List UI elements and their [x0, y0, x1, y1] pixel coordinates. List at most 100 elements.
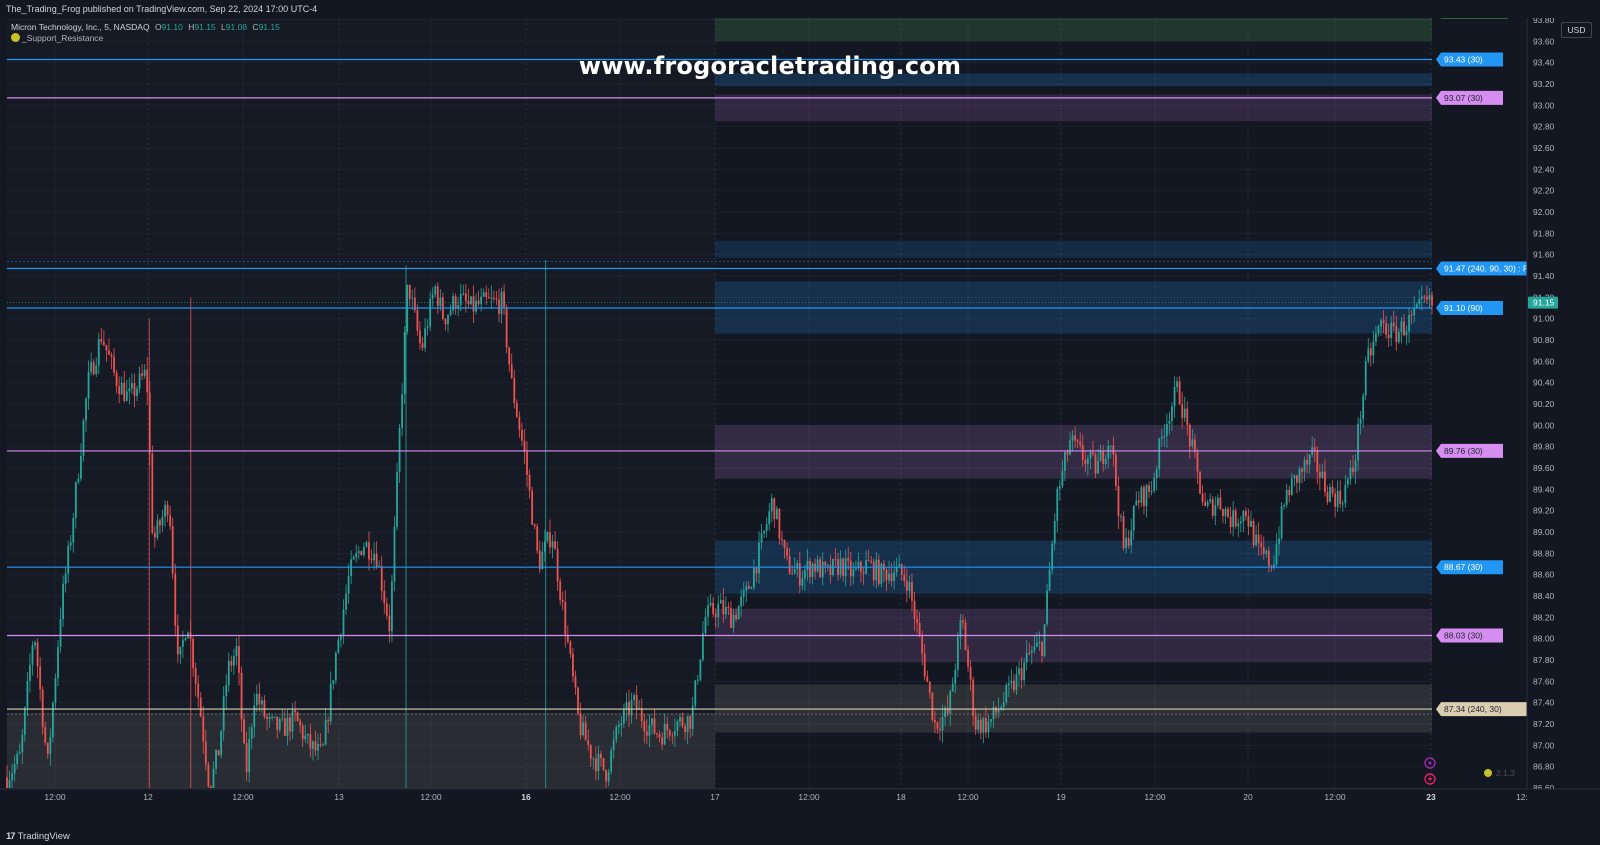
candle-body	[1331, 486, 1334, 494]
time-tick-label: 12	[143, 792, 153, 802]
candle-body	[1313, 447, 1316, 451]
sr-level-label: 91.10 (90)	[1444, 303, 1483, 313]
currency-button[interactable]: USD	[1561, 22, 1592, 38]
candle-body	[1010, 680, 1013, 684]
candle-body	[312, 741, 314, 749]
candle-body	[1265, 550, 1268, 554]
candle-body	[702, 633, 704, 660]
candle-body	[559, 581, 562, 601]
candle-body	[273, 716, 276, 718]
price-tick-label: 88.80	[1533, 548, 1555, 558]
candle-body	[987, 721, 990, 733]
candle-body	[916, 618, 918, 623]
candle-body	[426, 326, 429, 329]
indicator-legend[interactable]: _Support_Resistance	[11, 33, 103, 43]
sr-level-label: 87.34 (240, 30)	[1444, 704, 1502, 714]
candle-body	[931, 692, 934, 720]
candle-body	[1038, 642, 1041, 644]
candle-body	[826, 564, 829, 566]
price-tick-label: 88.00	[1533, 634, 1555, 644]
time-tick-label: 12:00	[420, 792, 442, 802]
chart-area[interactable]: 93.88 (240)93.43 (30)93.07 (30)91.47 (24…	[0, 18, 1600, 828]
candle-body	[171, 526, 174, 574]
candle-body	[518, 416, 521, 430]
candle-body	[505, 307, 508, 348]
candle-body	[753, 567, 755, 588]
candle-body	[169, 515, 172, 527]
candle-body	[977, 719, 980, 730]
candle-body	[276, 716, 279, 730]
candle-body	[1377, 326, 1380, 334]
current-price-label: 91.15	[1533, 298, 1555, 308]
candle-body	[21, 734, 24, 753]
candle-body	[934, 719, 936, 723]
candle-body	[232, 656, 235, 666]
indicator-name: _Support_Resistance	[22, 33, 104, 43]
candle-body	[722, 600, 725, 615]
candle-body	[1415, 304, 1418, 308]
candle-body	[704, 616, 707, 634]
candle-body	[29, 664, 31, 681]
candle-body	[1280, 506, 1283, 539]
candle-body	[801, 578, 804, 586]
candle-body	[554, 541, 556, 550]
candle-body	[110, 354, 113, 357]
candle-body	[597, 753, 600, 772]
candle-body	[113, 356, 115, 373]
candle-body	[357, 551, 360, 553]
time-tick-label: 12:00	[798, 792, 820, 802]
candle-body	[368, 542, 370, 560]
candle-body	[411, 297, 414, 299]
candle-body	[1232, 510, 1235, 528]
candle-body	[69, 542, 72, 546]
sr-level-label: 89.76 (30)	[1444, 446, 1483, 456]
candle-body	[531, 490, 534, 525]
candle-body	[775, 508, 778, 520]
price-tick-label: 91.00	[1533, 314, 1555, 324]
tradingview-logo[interactable]: 17 TradingView	[6, 831, 70, 842]
candle-body	[1329, 486, 1331, 502]
candle-body	[174, 573, 177, 626]
candle-body	[783, 540, 786, 548]
candle-body	[1267, 550, 1270, 566]
candle-body	[885, 570, 888, 581]
price-tick-label: 93.80	[1533, 18, 1555, 25]
candle-body	[1324, 471, 1326, 492]
candle-body	[1109, 445, 1112, 447]
candle-body	[64, 573, 67, 584]
candle-body	[630, 699, 633, 716]
candle-body	[34, 642, 36, 646]
candle-body	[666, 723, 669, 731]
candle-body	[526, 451, 528, 475]
frog-icon	[1484, 769, 1492, 777]
candle-body	[1143, 487, 1145, 507]
candle-body	[1403, 321, 1405, 336]
candle-body	[781, 538, 783, 541]
candle-body	[1247, 516, 1250, 527]
candle-body	[1285, 490, 1288, 506]
candle-body	[393, 526, 396, 582]
candle-body	[1346, 479, 1349, 485]
candle-body	[278, 719, 281, 730]
candle-body	[1102, 450, 1105, 465]
price-tick-label: 90.00	[1533, 420, 1555, 430]
candle-body	[1148, 485, 1150, 492]
candle-body	[105, 344, 108, 351]
candle-body	[1194, 439, 1196, 452]
candle-body	[1127, 537, 1130, 546]
time-tick-label: 12:00	[1144, 792, 1166, 802]
candle-body	[184, 638, 187, 641]
candle-body	[1013, 680, 1015, 691]
candle-body	[1288, 490, 1291, 496]
candle-body	[18, 752, 21, 754]
candle-body	[1234, 510, 1237, 527]
candle-body	[225, 685, 228, 697]
candle-body	[11, 773, 13, 781]
sr-level-label: 91.47 (240, 90, 30) : P	[1444, 264, 1529, 274]
candlestick-chart[interactable]: 93.88 (240)93.43 (30)93.07 (30)91.47 (24…	[0, 18, 1600, 828]
candle-body	[77, 478, 80, 483]
candle-body	[151, 453, 154, 533]
candle-body	[1168, 420, 1171, 424]
candle-body	[176, 625, 179, 655]
candle-body	[1107, 445, 1110, 459]
